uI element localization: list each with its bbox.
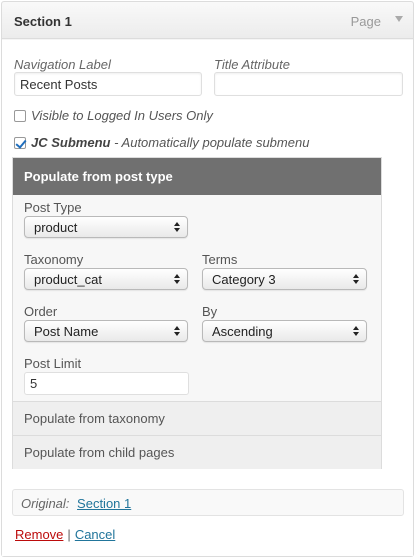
post-limit-label: Post Limit — [24, 356, 82, 371]
populate-panel: Populate from post type Post Type produc… — [12, 157, 382, 469]
order-label: Order — [24, 304, 58, 319]
select-arrows-icon — [353, 325, 361, 338]
select-arrows-icon — [174, 221, 182, 234]
original-label: Original: — [21, 496, 70, 511]
original-link[interactable]: Section 1 — [77, 496, 131, 511]
menu-item-bar[interactable]: Section 1 Page — [2, 2, 413, 39]
menu-item-title: Section 1 — [14, 14, 72, 29]
jc-submenu-label-rest: - Automatically populate submenu — [110, 135, 310, 150]
actions-separator: | — [67, 527, 71, 542]
navigation-label-label: Navigation Label — [14, 57, 111, 72]
post-limit-input[interactable] — [24, 372, 189, 395]
order-value: Post Name — [34, 324, 99, 339]
select-arrows-icon — [353, 273, 361, 286]
terms-label: Terms — [202, 252, 238, 267]
navigation-label-input[interactable] — [14, 72, 202, 96]
visible-logged-in-checkbox[interactable] — [14, 110, 26, 122]
by-value: Ascending — [212, 324, 273, 339]
populate-from-taxonomy-section[interactable]: Populate from taxonomy — [13, 401, 381, 435]
select-arrows-icon — [174, 325, 182, 338]
terms-value: Category 3 — [212, 272, 276, 287]
populate-from-child-pages-section[interactable]: Populate from child pages — [13, 435, 381, 469]
post-type-label: Post Type — [24, 200, 82, 215]
select-arrows-icon — [174, 273, 182, 286]
item-actions: Remove | Cancel — [15, 527, 115, 542]
post-type-select[interactable]: product — [24, 216, 188, 238]
menu-item-settings: Navigation Label Title Attribute Visible… — [2, 40, 413, 556]
terms-select[interactable]: Category 3 — [202, 268, 367, 290]
menu-item: Section 1 Page Navigation Label Title At… — [1, 1, 414, 557]
original-info: Original: Section 1 — [12, 489, 404, 516]
post-type-value: product — [34, 220, 78, 235]
populate-from-post-type-header[interactable]: Populate from post type — [13, 158, 381, 195]
visible-logged-in-label: Visible to Logged In Users Only — [31, 108, 213, 123]
taxonomy-label: Taxonomy — [24, 252, 84, 267]
jc-submenu-label: JC Submenu - Automatically populate subm… — [31, 135, 309, 150]
jc-submenu-checkbox[interactable] — [14, 137, 26, 149]
chevron-down-icon[interactable] — [395, 16, 403, 22]
menu-item-type: Page — [350, 14, 381, 29]
taxonomy-value: product_cat — [34, 272, 102, 287]
order-select[interactable]: Post Name — [24, 320, 188, 342]
cancel-link[interactable]: Cancel — [75, 527, 115, 542]
by-label: By — [202, 304, 218, 319]
title-attribute-input[interactable] — [214, 72, 403, 96]
by-select[interactable]: Ascending — [202, 320, 367, 342]
jc-submenu-label-bold: JC Submenu — [31, 135, 111, 150]
remove-link[interactable]: Remove — [15, 527, 63, 542]
taxonomy-select[interactable]: product_cat — [24, 268, 188, 290]
title-attribute-label: Title Attribute — [214, 57, 290, 72]
